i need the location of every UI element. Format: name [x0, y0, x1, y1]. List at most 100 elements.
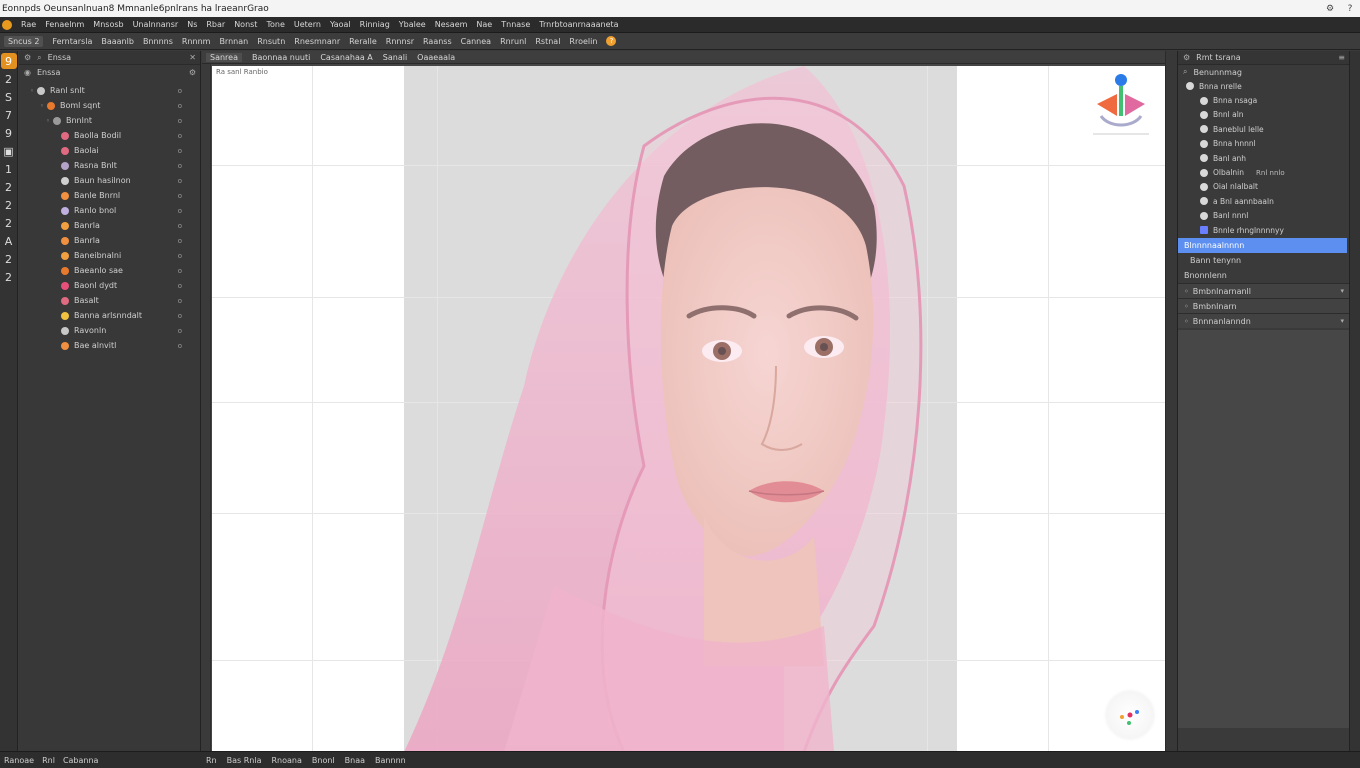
tool-button[interactable]: S [1, 89, 17, 105]
tool-button[interactable]: 2 [1, 179, 17, 195]
tool-button[interactable]: 7 [1, 107, 17, 123]
option-item[interactable]: Rstnal [535, 37, 560, 46]
tool-button[interactable]: A [1, 233, 17, 249]
filter-icon[interactable]: ⌕ [1183, 67, 1187, 77]
menu-item[interactable]: Unalnnansr [133, 20, 179, 29]
layer-row[interactable]: Banle Bnrnl o [19, 188, 200, 203]
expand-icon[interactable]: ◦ [43, 117, 53, 125]
visibility-icon[interactable]: o [178, 87, 182, 95]
visibility-icon[interactable]: o [178, 267, 182, 275]
tool-button[interactable]: 2 [1, 71, 17, 87]
menu-item[interactable]: Mnsosb [93, 20, 123, 29]
tool-button[interactable]: 2 [1, 215, 17, 231]
menu-item[interactable]: Ns [187, 20, 197, 29]
option-item[interactable]: Raanss [423, 37, 452, 46]
layer-row[interactable]: Baeanlo sae o [19, 263, 200, 278]
layer-search-icon[interactable]: ⌕ [37, 53, 41, 63]
layer-row[interactable]: Banrla o [19, 233, 200, 248]
layer-row[interactable]: ◦ Bnnlnt o [19, 113, 200, 128]
tree-item[interactable]: Bnnl aln [1178, 108, 1349, 122]
navigation-gizmo[interactable] [1087, 74, 1155, 138]
menu-item[interactable]: Tnnase [501, 20, 530, 29]
layer-row[interactable]: ◦ Ranl snlt o [19, 83, 200, 98]
tree-item[interactable]: Bann tenynn [1178, 253, 1349, 268]
menu-item[interactable]: Nesaem [435, 20, 468, 29]
canvas-tab[interactable]: Sanali [383, 53, 407, 62]
visibility-icon[interactable]: o [178, 147, 182, 155]
tree-item[interactable]: Bnna hnnnl [1178, 137, 1349, 151]
help-icon[interactable]: ? [1340, 4, 1360, 14]
chevron-down-icon[interactable]: ▾ [1255, 317, 1349, 325]
option-item[interactable]: Rnnnsr [386, 37, 414, 46]
layer-row[interactable]: ◦ Boml sqnt o [19, 98, 200, 113]
visibility-icon[interactable]: o [178, 102, 182, 110]
canvas-tab[interactable]: Baonnaa nuuti [252, 53, 310, 62]
layer-row[interactable]: Bae alnvitl o [19, 338, 200, 353]
layer-row[interactable]: Baonl dydt o [19, 278, 200, 293]
visibility-icon[interactable]: o [178, 327, 182, 335]
option-item[interactable]: Rroelin [569, 37, 597, 46]
menu-item[interactable]: Trnrbtoanrnaaaneta [539, 20, 618, 29]
menu-item[interactable]: Rbar [206, 20, 225, 29]
options-badge-icon[interactable]: ? [606, 36, 617, 46]
tool-button[interactable]: 9 [0, 53, 17, 69]
panel-menu-icon[interactable]: ≡ [1338, 53, 1349, 62]
panel-close-icon[interactable]: ✕ [189, 53, 200, 62]
brush-preset-selector[interactable]: Sncus 2 [4, 35, 44, 47]
visibility-icon[interactable]: o [178, 132, 182, 140]
tree-item[interactable]: Bnonnlenn [1178, 268, 1349, 283]
zoom-widget[interactable] [1107, 692, 1153, 738]
tree-item[interactable]: a Bnl aannbaaln [1178, 194, 1349, 208]
menu-item[interactable]: Nae [476, 20, 492, 29]
tree-item[interactable]: Banl anh [1178, 151, 1349, 165]
menu-item[interactable]: Rae [21, 20, 36, 29]
canvas-tab[interactable]: Casanahaa A [320, 53, 372, 62]
panel-menu-icon[interactable]: ⚙ [24, 53, 31, 62]
settings-icon[interactable]: ⚙ [189, 68, 200, 77]
tree-item[interactable]: Bnnle rhnglnnnnyy [1178, 223, 1349, 237]
tree-item[interactable]: Olbalnin Rnl nnlo [1178, 165, 1349, 179]
visibility-icon[interactable]: o [178, 207, 182, 215]
tool-button[interactable]: 2 [1, 269, 17, 285]
tool-button[interactable]: 2 [1, 197, 17, 213]
visibility-icon[interactable]: o [178, 192, 182, 200]
menu-item[interactable]: Ybalee [399, 20, 426, 29]
option-item[interactable]: Ferntarsla [52, 37, 92, 46]
layer-row[interactable]: Ravonln o [19, 323, 200, 338]
option-item[interactable]: Rnrunl [500, 37, 526, 46]
visibility-icon[interactable]: o [178, 162, 182, 170]
visibility-icon[interactable]: o [178, 222, 182, 230]
visibility-icon[interactable]: o [178, 342, 182, 350]
layer-row[interactable]: Baolla Bodil o [19, 128, 200, 143]
property-section[interactable]: ◦ Bnnnanlanndn ▾ [1178, 313, 1349, 329]
menu-item[interactable]: Nonst [234, 20, 257, 29]
menu-item[interactable]: Uetern [294, 20, 321, 29]
chevron-down-icon[interactable]: ▾ [1255, 287, 1349, 295]
tool-button[interactable]: 2 [1, 251, 17, 267]
layer-row[interactable]: Banna arlsnndalt o [19, 308, 200, 323]
visibility-icon[interactable]: o [178, 177, 182, 185]
property-section[interactable]: ◦ Bmbnlnarn [1178, 298, 1349, 314]
menu-item[interactable]: Yaoal [330, 20, 351, 29]
tool-button[interactable]: ▣ [1, 143, 17, 159]
visibility-icon[interactable]: o [178, 237, 182, 245]
layer-row[interactable]: Rasna Bnlt o [19, 158, 200, 173]
menu-item[interactable]: Fenaelnm [45, 20, 84, 29]
option-item[interactable]: Brnnan [219, 37, 248, 46]
option-item[interactable]: Rnesmnanr [294, 37, 340, 46]
layer-row[interactable]: Ranlo bnol o [19, 203, 200, 218]
menu-item[interactable]: Tone [266, 20, 284, 29]
tree-item[interactable]: Baneblul lelle [1178, 122, 1349, 136]
settings-icon[interactable]: ⚙ [1320, 4, 1340, 14]
pin-icon[interactable]: ◉ [24, 68, 31, 77]
option-item[interactable]: Reralle [349, 37, 377, 46]
layer-row[interactable]: Basalt o [19, 293, 200, 308]
tool-button[interactable]: 1 [1, 161, 17, 177]
tree-item[interactable]: Bnna nrelle [1178, 79, 1349, 93]
layer-row[interactable]: Baun hasilnon o [19, 173, 200, 188]
tool-button[interactable]: 9 [1, 125, 17, 141]
visibility-icon[interactable]: o [178, 297, 182, 305]
property-section[interactable]: ◦ Bmbnlnarnanll ▾ [1178, 283, 1349, 299]
visibility-icon[interactable]: o [178, 117, 182, 125]
document-canvas[interactable]: Ra sanl Ranbio [212, 66, 1165, 752]
